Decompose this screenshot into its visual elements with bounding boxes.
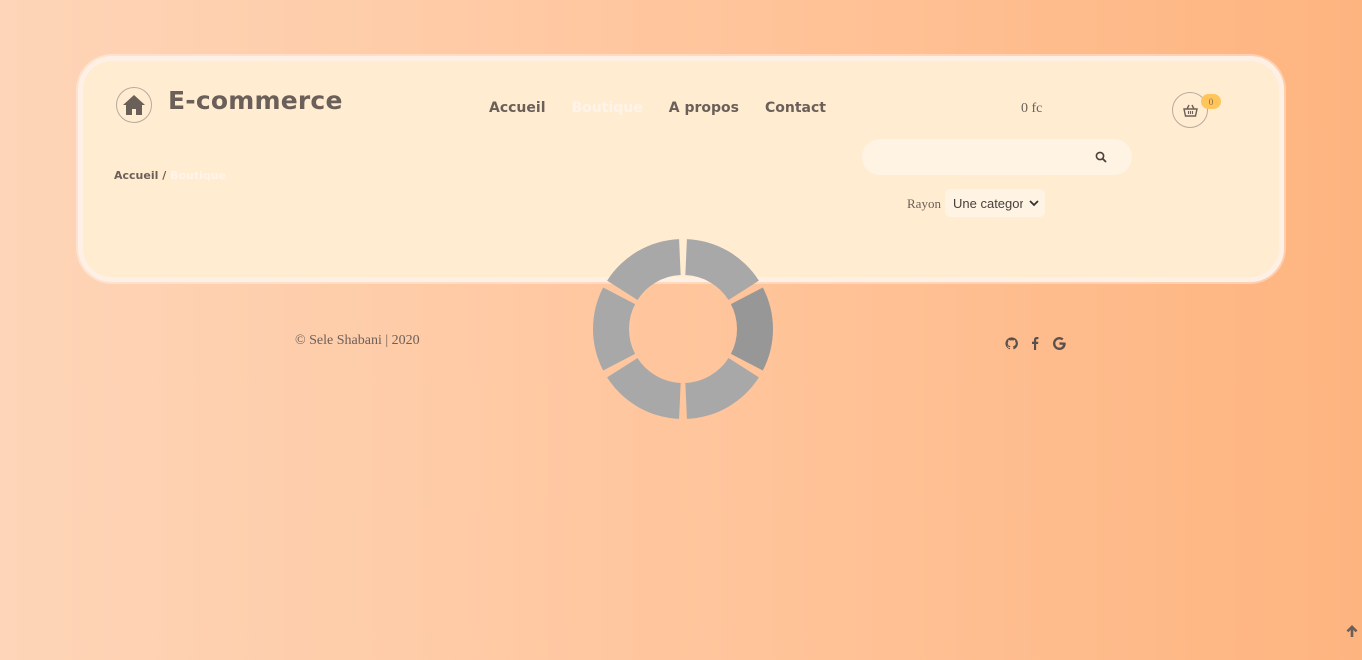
category-select[interactable]: Une categorie [945,189,1045,217]
nav-accueil[interactable]: Accueil [489,100,546,116]
google-link[interactable] [1052,336,1066,350]
breadcrumb-separator: / [162,169,167,182]
spinner-segment [607,358,681,419]
brand-title[interactable]: E-commerce [168,86,343,115]
google-icon [1052,336,1066,350]
copyright-text: © Sele Shabani | 2020 [295,333,420,348]
spinner-segment [593,287,636,371]
rayon-label: Rayon [907,196,941,211]
breadcrumb-accueil[interactable]: Accueil [114,169,158,182]
search-button[interactable] [1091,147,1111,167]
nav-a-propos[interactable]: A propos [669,100,739,116]
cart-total: 0 fc [1021,101,1043,116]
cart-count-badge: 0 [1201,94,1221,109]
search-bar [862,139,1132,177]
home-logo-button[interactable] [116,87,152,123]
facebook-icon [1032,336,1039,350]
search-input[interactable] [876,139,1090,177]
spinner-segment [685,239,759,300]
arrow-up-icon[interactable] [1345,624,1359,638]
facebook-link[interactable] [1028,336,1042,350]
category-select-value: Une categorie [953,195,1023,211]
breadcrumb-current: Boutique [170,169,227,182]
github-link[interactable] [1004,336,1018,350]
breadcrumb: Accueil / Boutique [114,169,226,182]
spinner-segment [730,287,773,371]
nav-boutique[interactable]: Boutique [572,100,643,116]
main-nav: Accueil Boutique A propos Contact [489,100,852,116]
search-icon [1095,151,1107,163]
basket-icon [1182,104,1198,117]
spinner-segment [607,239,681,300]
spinner-segment [685,358,759,419]
nav-contact[interactable]: Contact [765,100,826,116]
loading-spinner [593,239,773,419]
social-links [1004,336,1066,350]
chevron-down-icon [1029,200,1039,207]
github-icon [1004,336,1018,349]
home-icon [123,95,145,115]
